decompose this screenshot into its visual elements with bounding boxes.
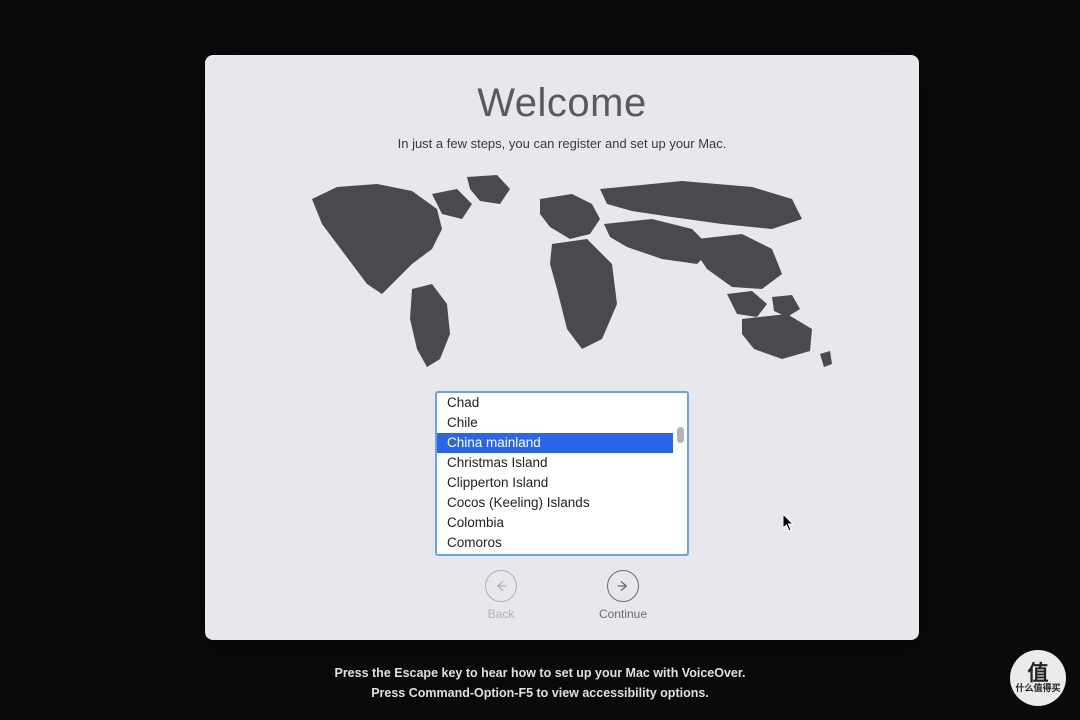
country-option[interactable]: China mainland bbox=[437, 433, 673, 453]
continue-button[interactable]: Continue bbox=[593, 570, 653, 621]
scrollbar-track[interactable] bbox=[673, 393, 687, 554]
accessibility-shortcut-hint: Press Command-Option-F5 to view accessib… bbox=[0, 686, 1080, 700]
arrow-right-icon bbox=[607, 570, 639, 602]
watermark-badge: 值 什么值得买 bbox=[1010, 650, 1066, 706]
page-title: Welcome bbox=[477, 81, 646, 126]
country-option[interactable]: Colombia bbox=[437, 513, 673, 533]
watermark-text: 什么值得买 bbox=[1015, 684, 1060, 693]
country-option[interactable]: Clipperton Island bbox=[437, 473, 673, 493]
scrollbar-thumb[interactable] bbox=[677, 427, 684, 443]
back-label: Back bbox=[488, 607, 515, 621]
country-option[interactable]: Chile bbox=[437, 413, 673, 433]
watermark-char: 值 bbox=[1028, 663, 1049, 684]
country-option[interactable]: Chad bbox=[437, 393, 673, 413]
continue-label: Continue bbox=[599, 607, 647, 621]
country-listbox[interactable]: ChadChileChina mainlandChristmas IslandC… bbox=[435, 391, 689, 556]
arrow-left-icon bbox=[485, 570, 517, 602]
country-option[interactable]: Christmas Island bbox=[437, 453, 673, 473]
voiceover-hint: Press the Escape key to hear how to set … bbox=[0, 666, 1080, 680]
country-option[interactable]: Comoros bbox=[437, 533, 673, 553]
world-map-image bbox=[282, 169, 842, 379]
setup-assistant-window: Welcome In just a few steps, you can reg… bbox=[205, 55, 919, 640]
country-option[interactable]: Congo - Brazzaville bbox=[437, 553, 673, 554]
nav-button-row: Back Continue bbox=[471, 570, 653, 621]
country-option[interactable]: Cocos (Keeling) Islands bbox=[437, 493, 673, 513]
back-button: Back bbox=[471, 570, 531, 621]
accessibility-hints: Press the Escape key to hear how to set … bbox=[0, 660, 1080, 706]
page-subtitle: In just a few steps, you can register an… bbox=[398, 136, 727, 151]
